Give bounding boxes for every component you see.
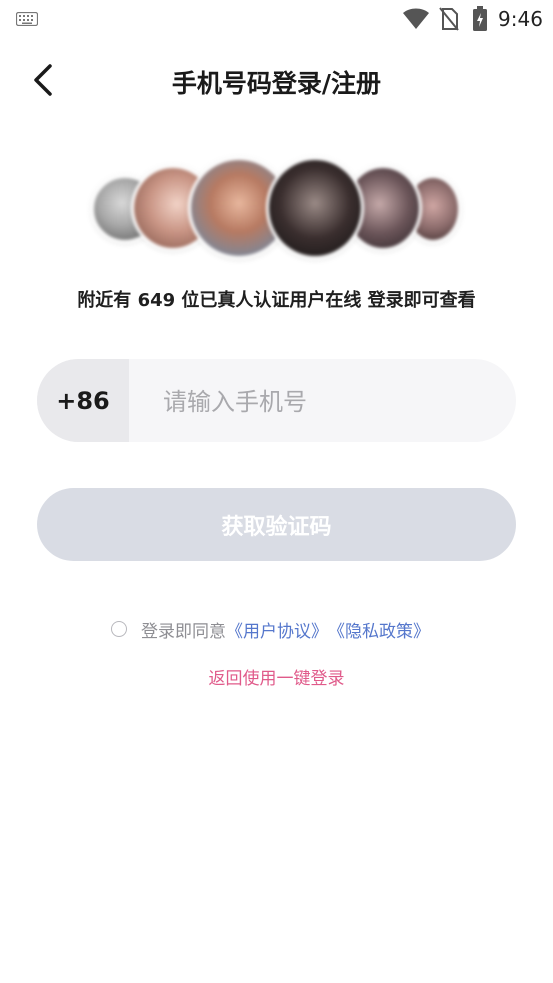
keyboard-icon bbox=[16, 12, 38, 26]
one-key-login-link[interactable]: 返回使用一键登录 bbox=[0, 664, 553, 689]
status-bar: 9:46 bbox=[0, 0, 553, 38]
phone-input-row: +86 bbox=[37, 359, 516, 442]
user-agreement-link[interactable]: 《用户协议》 bbox=[226, 617, 328, 642]
privacy-policy-link[interactable]: 《隐私政策》 bbox=[328, 617, 430, 642]
agreement-row: 登录即同意 《用户协议》 《隐私政策》 bbox=[111, 616, 430, 642]
no-sim-icon bbox=[439, 7, 459, 31]
page-title: 手机号码登录/注册 bbox=[171, 69, 382, 98]
agreement-radio[interactable] bbox=[111, 621, 127, 637]
phone-input[interactable] bbox=[161, 359, 495, 442]
avatar bbox=[266, 157, 364, 259]
wifi-icon bbox=[403, 8, 429, 29]
nearby-users-text: 附近有 649 位已真人认证用户在线 登录即可查看 bbox=[77, 290, 476, 311]
status-time: 9:46 bbox=[498, 7, 543, 31]
get-code-button[interactable]: 获取验证码 bbox=[37, 488, 516, 561]
avatar-group bbox=[0, 155, 553, 265]
battery-charging-icon bbox=[473, 6, 487, 31]
agreement-prefix: 登录即同意 bbox=[141, 621, 226, 642]
country-code-selector[interactable]: +86 bbox=[37, 359, 129, 442]
header: 手机号码登录/注册 bbox=[0, 52, 553, 108]
